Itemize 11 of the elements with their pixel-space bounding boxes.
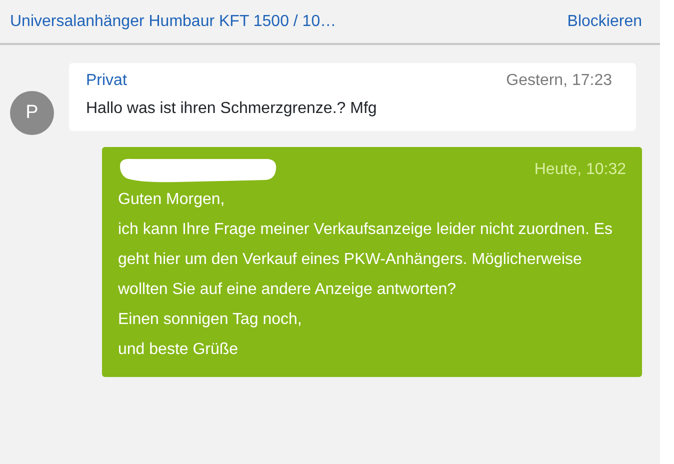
message-text: und beste Grüße bbox=[118, 340, 240, 360]
message-time: Heute, 10:32 bbox=[534, 160, 626, 180]
sender-name[interactable]: Privat bbox=[86, 69, 127, 93]
message-text: Hallo was ist ihren Schmerzgrenze.? Mfg bbox=[86, 99, 378, 119]
message-text: Einen sonnigen Tag noch, bbox=[118, 310, 303, 330]
block-link[interactable]: Blockieren bbox=[567, 10, 642, 34]
message-text: Guten Morgen, bbox=[118, 190, 226, 210]
message-time: Gestern, 17:23 bbox=[506, 71, 612, 91]
message-text: ich kann Ihre Frage meiner Verkaufsanzeige leider nicht zuordnen. Es geht hier um den Verkauf eines PKW-Anhängers. Möglicherweise wollten Sie auf eine andere Anzeige antworten? bbox=[118, 220, 614, 300]
listing-title-link[interactable]: Universalanhänger Humbaur KFT 1500 / 10… bbox=[10, 10, 336, 34]
avatar: P bbox=[10, 91, 54, 135]
